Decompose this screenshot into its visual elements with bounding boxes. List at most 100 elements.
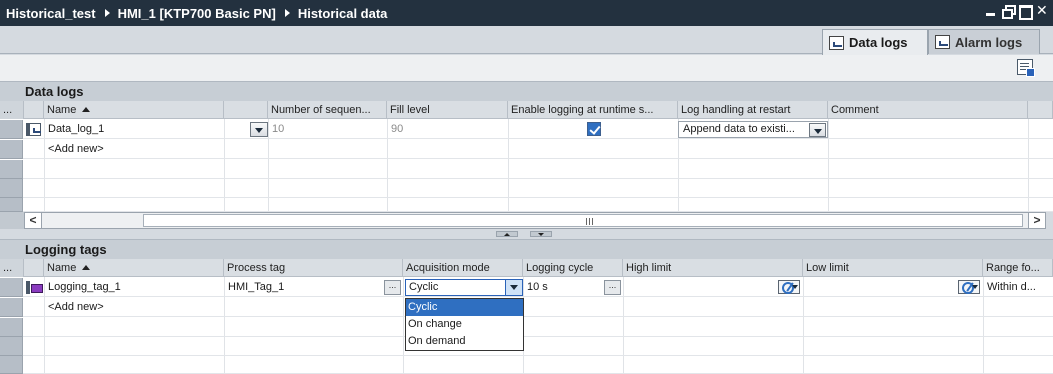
- chevron-down-icon[interactable]: [505, 280, 522, 295]
- scroll-corner: [0, 212, 24, 229]
- column-header-label: Name: [47, 104, 77, 116]
- logging-tags-table: ... Name Process tag Acquisition mode Lo…: [0, 259, 1053, 374]
- splitter-down-icon[interactable]: [530, 231, 552, 237]
- table-row-empty: [0, 160, 1053, 179]
- column-header-low-limit[interactable]: Low limit: [803, 259, 983, 277]
- tab-label: Alarm logs: [955, 34, 1023, 50]
- tab-label: Data logs: [849, 35, 908, 50]
- horizontal-scrollbar[interactable]: < >: [24, 212, 1046, 229]
- add-new-data-log[interactable]: <Add new>: [44, 140, 224, 159]
- table-header: ... Name Number of sequen... Fill level …: [0, 101, 1053, 119]
- minimize-icon[interactable]: [985, 5, 996, 17]
- add-new-logging-tag[interactable]: <Add new>: [44, 298, 224, 317]
- breadcrumb-device[interactable]: HMI_1 [KTP700 Basic PN]: [118, 6, 276, 21]
- sort-ascending-icon: [82, 107, 91, 112]
- section-title-logging-tags: Logging tags: [0, 239, 1053, 259]
- column-header-name[interactable]: Name: [44, 259, 224, 277]
- column-header-process-tag[interactable]: Process tag: [224, 259, 403, 277]
- maximize-icon[interactable]: [1019, 5, 1033, 20]
- column-header-select[interactable]: ...: [0, 101, 24, 119]
- column-header-log-handling[interactable]: Log handling at restart: [678, 101, 828, 119]
- data-log-icon: [26, 123, 41, 136]
- table-row-empty: [0, 179, 1053, 198]
- column-header-range[interactable]: Range fo...: [983, 259, 1053, 277]
- option-on-change[interactable]: On change: [406, 316, 523, 333]
- data-log-dropdown-button[interactable]: [250, 122, 268, 137]
- row-selector[interactable]: [0, 318, 23, 337]
- logging-cycle-browse-button[interactable]: ...: [604, 280, 621, 295]
- column-header-acquisition-mode[interactable]: Acquisition mode: [403, 259, 523, 277]
- enable-logging-checkbox[interactable]: [587, 122, 601, 136]
- data-log-name[interactable]: Data_log_1: [44, 120, 224, 139]
- row-selector[interactable]: [0, 179, 23, 198]
- breadcrumb-project[interactable]: Historical_test: [6, 6, 96, 21]
- high-limit-icon[interactable]: [778, 280, 800, 294]
- row-selector[interactable]: [0, 198, 23, 212]
- row-selector[interactable]: [0, 278, 23, 297]
- scroll-left-icon[interactable]: <: [25, 213, 42, 228]
- column-header-icon: [24, 101, 44, 119]
- section-title-data-logs: Data logs: [0, 81, 1053, 101]
- option-cyclic[interactable]: Cyclic: [406, 299, 523, 316]
- alarm-log-icon: [935, 35, 950, 49]
- row-selector[interactable]: [0, 140, 23, 159]
- window-controls: ✕: [985, 3, 1048, 20]
- tab-strip: Data logs Alarm logs: [0, 26, 1053, 55]
- tab-alarm-logs[interactable]: Alarm logs: [928, 29, 1040, 54]
- log-handling-select[interactable]: Append data to existi...: [678, 121, 828, 138]
- table-row-empty: [0, 337, 1053, 356]
- column-header-label: Name: [47, 262, 77, 274]
- acquisition-mode-select[interactable]: Cyclic: [405, 279, 523, 296]
- splitter[interactable]: [0, 231, 1053, 237]
- splitter-up-icon[interactable]: [496, 231, 518, 237]
- column-header-name[interactable]: Name: [44, 101, 224, 119]
- logging-tag-name[interactable]: Logging_tag_1: [44, 278, 224, 297]
- scroll-right-icon[interactable]: >: [1028, 213, 1045, 228]
- fill-level-value[interactable]: 90: [387, 120, 508, 139]
- table-row-empty: [0, 318, 1053, 337]
- table-row[interactable]: <Add new>: [0, 140, 1053, 159]
- close-icon[interactable]: ✕: [1036, 3, 1048, 17]
- log-handling-dropdown-button[interactable]: [809, 123, 826, 137]
- tab-data-logs[interactable]: Data logs: [822, 29, 928, 55]
- breadcrumb-page[interactable]: Historical data: [298, 6, 388, 21]
- process-tag-browse-button[interactable]: ...: [384, 280, 401, 295]
- logging-tag-icon: [26, 281, 43, 294]
- table-row[interactable]: Logging_tag_1 HMI_Tag_1 ... 10 s ... Wit…: [0, 278, 1053, 297]
- column-header-select[interactable]: ...: [0, 259, 24, 277]
- table-row-empty: [0, 198, 1053, 212]
- data-logs-table: ... Name Number of sequen... Fill level …: [0, 101, 1053, 212]
- column-header-filler: [1028, 101, 1053, 119]
- acquisition-mode-value: Cyclic: [409, 281, 439, 293]
- low-limit-icon[interactable]: [958, 280, 980, 294]
- process-tag-value[interactable]: HMI_Tag_1: [224, 278, 384, 297]
- table-row[interactable]: <Add new>: [0, 298, 1053, 317]
- breadcrumb-separator-icon: [284, 9, 290, 17]
- acquisition-mode-dropdown: Cyclic On change On demand: [405, 298, 524, 351]
- row-selector[interactable]: [0, 337, 23, 356]
- column-header-blank: [224, 101, 268, 119]
- logging-cycle-value[interactable]: 10 s: [523, 278, 603, 297]
- row-selector[interactable]: [0, 120, 23, 139]
- scroll-thumb[interactable]: [143, 214, 1023, 227]
- option-on-demand[interactable]: On demand: [406, 333, 523, 350]
- row-selector[interactable]: [0, 298, 23, 317]
- column-header-fill-level[interactable]: Fill level: [387, 101, 508, 119]
- log-handling-value: Append data to existi...: [683, 123, 795, 135]
- restore-icon[interactable]: [1002, 5, 1016, 19]
- title-bar: Historical_test HMI_1 [KTP700 Basic PN] …: [0, 0, 1053, 26]
- table-row[interactable]: Data_log_1 10 90 Append data to existi..…: [0, 120, 1053, 139]
- column-header-comment[interactable]: Comment: [828, 101, 1028, 119]
- row-selector[interactable]: [0, 356, 23, 374]
- column-header-logging-cycle[interactable]: Logging cycle: [523, 259, 623, 277]
- scroll-grip-icon: [586, 218, 593, 225]
- range-value[interactable]: Within d...: [983, 278, 1053, 297]
- number-of-sequences-value[interactable]: 10: [268, 120, 387, 139]
- column-header-high-limit[interactable]: High limit: [623, 259, 803, 277]
- table-settings-icon[interactable]: [1017, 59, 1035, 77]
- row-selector[interactable]: [0, 160, 23, 179]
- column-header-enable-logging[interactable]: Enable logging at runtime s...: [508, 101, 678, 119]
- table-header: ... Name Process tag Acquisition mode Lo…: [0, 259, 1053, 277]
- breadcrumb-separator-icon: [104, 9, 110, 17]
- column-header-number-of-sequences[interactable]: Number of sequen...: [268, 101, 387, 119]
